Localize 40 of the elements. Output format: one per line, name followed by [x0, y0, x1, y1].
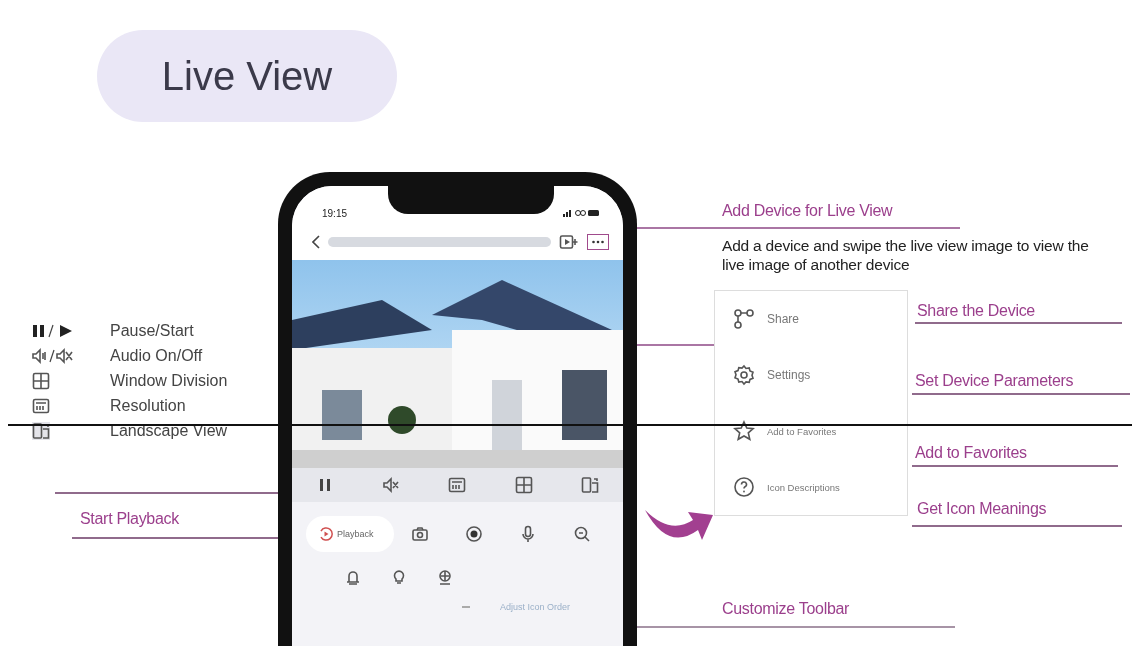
grid-icon [514, 476, 533, 494]
help-icon [733, 476, 755, 498]
muted-speaker-icon[interactable] [382, 476, 401, 494]
status-time: 19:15 [322, 207, 348, 219]
more-button[interactable] [587, 234, 609, 250]
menu-item[interactable]: Settings [715, 347, 907, 403]
resolution-icon [448, 476, 467, 494]
callout-label: Get Icon Meanings [917, 500, 1047, 518]
menu-item[interactable]: Add to Favorites [715, 403, 907, 459]
menu-item[interactable]: Share [715, 291, 907, 347]
grid-icon [32, 371, 50, 390]
add-screen-icon[interactable] [559, 234, 579, 250]
legend-label: Resolution [110, 396, 186, 415]
legend-label: Audio On/Off [110, 346, 203, 365]
callout-label: Customize Toolbar [722, 600, 850, 618]
curved-arrow-icon [645, 510, 713, 540]
star-icon [733, 420, 755, 442]
callout-label: Start Playback [80, 510, 179, 528]
legend-label: Pause/Start [110, 321, 194, 340]
zoom-icon[interactable] [573, 525, 592, 543]
description-text: Add a device and swipe the live view image to view the live image of another device [722, 236, 1090, 274]
legend-label: Window Division [110, 371, 228, 390]
person-icon[interactable] [436, 568, 454, 586]
callout-label: Share the Device [917, 302, 1035, 320]
camera-icon[interactable] [411, 525, 430, 543]
back-icon[interactable] [312, 235, 320, 249]
playback-button[interactable]: Playback [306, 516, 394, 552]
alarm-icon[interactable] [344, 568, 362, 586]
rotate-screen-icon [580, 476, 599, 494]
callout-label: Add Device for Live View [722, 202, 893, 220]
status-icons [563, 209, 599, 217]
menu-item[interactable]: Icon Descriptions [715, 459, 907, 515]
callout-label: Add to Favorites [915, 444, 1027, 462]
playback-icon [318, 526, 334, 542]
record-icon[interactable] [465, 525, 484, 543]
settings-icon [733, 364, 755, 386]
resolution-icon [32, 396, 50, 415]
callout-label: Set Device Parameters [915, 372, 1074, 390]
title-pill: Live View [97, 30, 397, 122]
share-icon [733, 308, 755, 330]
